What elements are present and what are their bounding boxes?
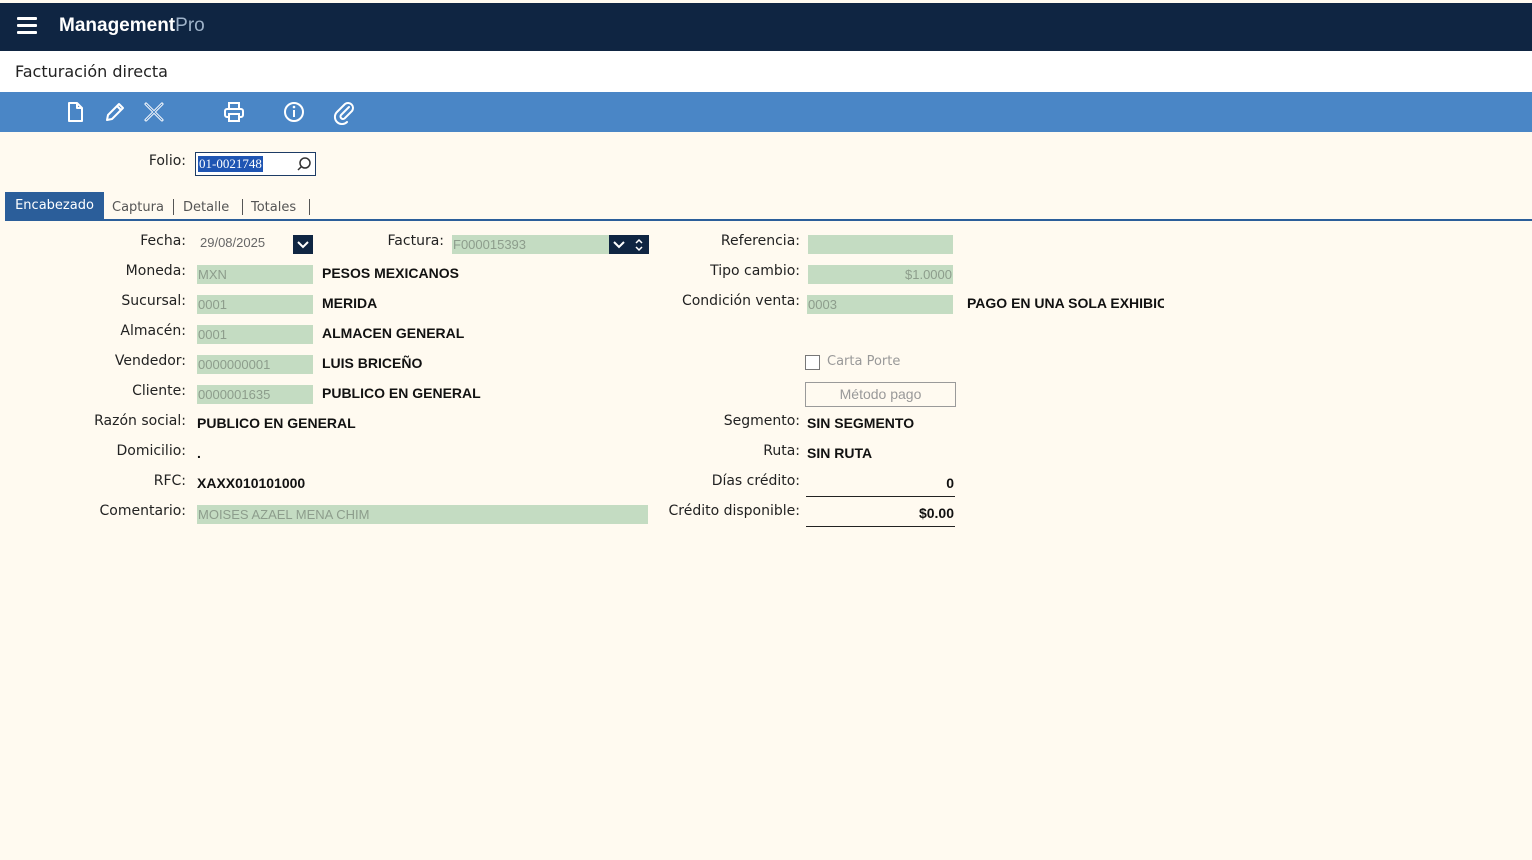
page-title: Facturación directa [15,62,168,81]
folio-input[interactable]: 01-0021748 [195,152,316,176]
edit-pencil-icon[interactable] [102,99,128,125]
info-icon[interactable] [281,99,307,125]
tipo-cambio-label: Tipo cambio: [710,263,800,279]
title-bar [0,51,1532,92]
tabs-underline [5,219,1532,221]
credito-disponible-underline [806,526,955,527]
rfc-value: XAXX010101000 [197,475,306,491]
tab-totales[interactable]: Totales [251,200,296,215]
moneda-name: PESOS MEXICANOS [322,265,459,281]
tab-separator [309,199,310,215]
condicion-venta-code-field[interactable]: 0003 [807,295,953,314]
segmento-value: SIN SEGMENTO [807,415,915,431]
credito-disponible-label: Crédito disponible: [668,503,800,519]
cliente-code-field[interactable]: 0000001635 [197,385,313,404]
condicion-venta-name: PAGO EN UNA SOLA EXHIBICIÓI [967,295,1164,311]
metodo-pago-button[interactable]: Método pago [805,382,956,407]
app-brand: ManagementPro [59,15,205,37]
vendedor-label: Vendedor: [114,353,186,369]
delete-x-icon[interactable] [141,99,167,125]
sucursal-label: Sucursal: [121,293,186,309]
chevron-down-icon [613,240,625,248]
dias-credito-underline [806,496,955,497]
sucursal-name: MERIDA [322,295,378,311]
razon-social-label: Razón social: [94,413,186,429]
tab-separator [173,199,174,215]
carta-porte-label: Carta Porte [827,354,901,369]
segmento-label: Segmento: [723,413,800,429]
search-icon[interactable] [296,156,312,172]
tab-captura[interactable]: Captura [112,200,164,215]
folio-label: Folio: [148,153,186,169]
vendedor-name: LUIS BRICEÑO [322,355,423,371]
attach-paperclip-icon[interactable] [331,99,357,126]
moneda-code-field[interactable]: MXN [197,265,313,284]
up-down-chevron-icon [635,238,643,251]
factura-stepper[interactable] [629,235,649,254]
condicion-venta-label: Condición venta: [681,293,800,309]
almacen-label: Almacén: [120,323,186,339]
cliente-label: Cliente: [132,383,186,399]
hamburger-menu-icon[interactable] [17,17,37,34]
top-app-bar [0,3,1532,51]
fecha-value[interactable]: 29/08/2025 [200,235,265,250]
tab-detalle[interactable]: Detalle [183,200,229,215]
dias-credito-label: Días crédito: [711,473,800,489]
factura-field[interactable]: F000015393 [452,235,609,254]
almacen-name: ALMACEN GENERAL [322,325,465,341]
fecha-label: Fecha: [140,233,186,249]
carta-porte-checkbox[interactable] [805,355,820,370]
brand-bold: Management [59,15,176,36]
domicilio-value: . [197,445,201,461]
folio-value: 01-0021748 [198,156,263,172]
cliente-name: PUBLICO EN GENERAL [322,385,481,401]
domicilio-label: Domicilio: [116,443,186,459]
referencia-label: Referencia: [720,233,800,249]
comentario-field[interactable]: MOISES AZAEL MENA CHIM [197,505,648,524]
almacen-code-field[interactable]: 0001 [197,325,313,344]
moneda-label: Moneda: [125,263,186,279]
rfc-label: RFC: [153,473,186,489]
sucursal-code-field[interactable]: 0001 [197,295,313,314]
fecha-dropdown[interactable] [293,235,313,254]
ruta-value: SIN RUTA [807,445,873,461]
print-icon[interactable] [221,99,247,125]
ruta-label: Ruta: [763,443,800,459]
tipo-cambio-field[interactable]: $1.0000 [808,265,953,284]
chevron-down-icon [297,240,309,248]
vendedor-code-field[interactable]: 0000000001 [197,355,313,374]
dias-credito-value: 0 [946,475,954,491]
new-document-icon[interactable] [62,99,88,125]
referencia-field[interactable] [808,235,953,254]
factura-dropdown[interactable] [609,235,629,254]
tab-separator [242,199,243,215]
brand-light: Pro [175,15,205,36]
credito-disponible-value: $0.00 [918,505,954,521]
tab-encabezado[interactable]: Encabezado [5,192,104,220]
razon-social-value: PUBLICO EN GENERAL [197,415,356,431]
comentario-label: Comentario: [99,503,186,519]
factura-label: Factura: [387,233,444,249]
